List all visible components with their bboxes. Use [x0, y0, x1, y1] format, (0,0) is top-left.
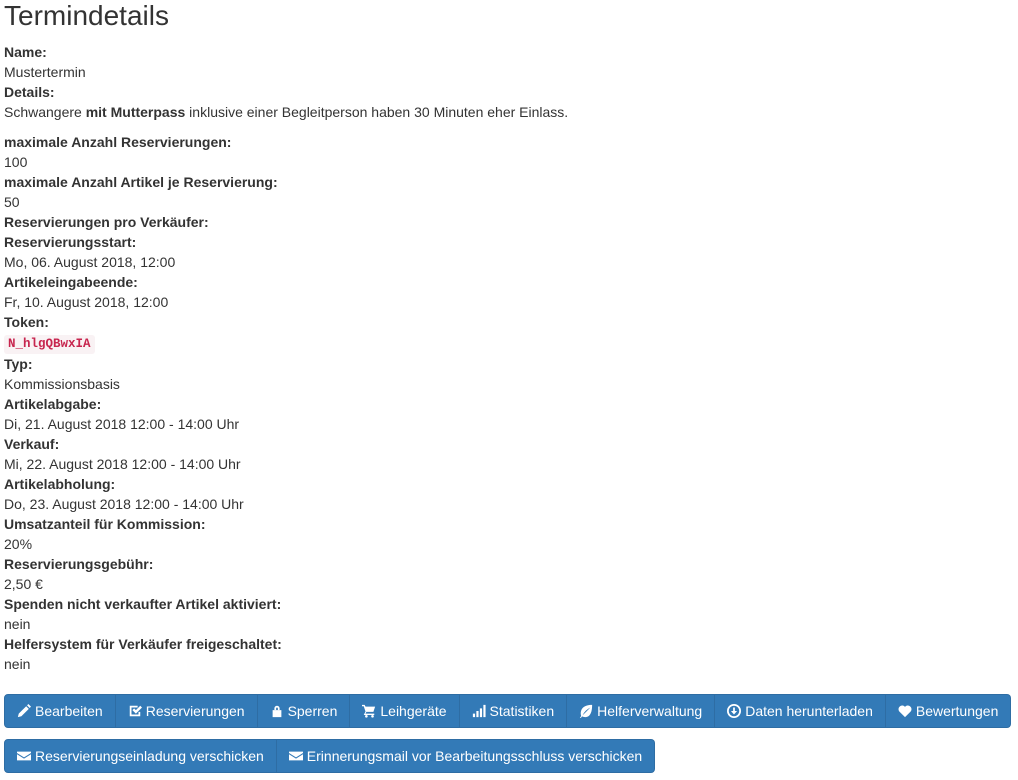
reservation-start-label: Reservierungsstart:: [4, 234, 137, 250]
rental-devices-button[interactable]: Leihgeräte: [350, 694, 460, 728]
commission-value: 20%: [4, 536, 33, 552]
reservation-fee-label: Reservierungsgebühr:: [4, 556, 154, 572]
page-title: Termindetails: [4, 0, 169, 31]
drop-off-value: Di, 21. August 2018 12:00 - 14:00 Uhr: [4, 416, 240, 432]
download-circle-icon: [727, 704, 742, 718]
item-entry-end-value: Fr, 10. August 2018, 12:00: [4, 294, 169, 310]
donation-label: Spenden nicht verkaufter Artikel aktivie…: [4, 596, 282, 612]
check-square-icon: [128, 704, 142, 718]
helper-management-button[interactable]: Helferverwaltung: [567, 694, 716, 728]
edit-button[interactable]: Bearbeiten: [4, 694, 116, 728]
details-label: Details:: [4, 84, 55, 100]
type-label: Typ:: [4, 356, 33, 372]
max-items-value: 50: [4, 194, 20, 210]
send-reminder-mail-label: Erinnerungsmail vor Bearbeitungsschluss …: [306, 748, 643, 764]
reservation-fee-value: 2,50 €: [4, 576, 43, 592]
send-reservation-invite-button[interactable]: Reservierungseinladung verschicken: [4, 739, 277, 773]
lock-icon: [270, 704, 284, 718]
details-value: Schwangere mit Mutterpass inklusive eine…: [4, 102, 1014, 122]
edit-button-label: Bearbeiten: [35, 703, 103, 719]
item-entry-end-label: Artikeleingabeende:: [4, 274, 138, 290]
name-value: Mustertermin: [4, 64, 86, 80]
reservations-button[interactable]: Reservierungen: [115, 694, 258, 728]
helper-management-button-label: Helferverwaltung: [597, 703, 703, 719]
rental-devices-button-label: Leihgeräte: [380, 703, 447, 719]
cart-icon: [362, 704, 376, 718]
drop-off-label: Artikelabgabe:: [4, 396, 102, 412]
pencil-icon: [17, 704, 31, 718]
envelope-icon: [17, 749, 31, 763]
reservations-button-label: Reservierungen: [145, 703, 245, 719]
details-text-post: inklusive einer Begleitperson haben 30 M…: [185, 104, 569, 120]
donation-value: nein: [4, 616, 31, 632]
helper-system-label: Helfersystem für Verkäufer freigeschalte…: [4, 636, 282, 652]
details-text-bold: mit Mutterpass: [85, 104, 186, 120]
token-label: Token:: [4, 314, 49, 330]
lock-button[interactable]: Sperren: [257, 694, 351, 728]
event-actions-toolbar: Bearbeiten Reservierungen Sperren Leihge…: [4, 694, 1012, 728]
lock-button-label: Sperren: [287, 703, 338, 719]
pickup-value: Do, 23. August 2018 12:00 - 14:00 Uhr: [4, 496, 244, 512]
statistics-button-label: Statistiken: [489, 703, 555, 719]
reservation-start-value: Mo, 06. August 2018, 12:00: [4, 254, 176, 270]
token-value: N_hlgQBwxIA: [4, 335, 95, 354]
pickup-label: Artikelabholung:: [4, 476, 116, 492]
page-container: Termindetails Name: Mustertermin Details…: [0, 0, 1018, 674]
max-reservations-value: 100: [4, 154, 28, 170]
commission-label: Umsatzanteil für Kommission:: [4, 516, 206, 532]
sale-value: Mi, 22. August 2018 12:00 - 14:00 Uhr: [4, 456, 241, 472]
send-reminder-mail-button[interactable]: Erinnerungsmail vor Bearbeitungsschluss …: [276, 739, 656, 773]
bar-chart-icon: [472, 704, 486, 718]
download-data-button-label: Daten herunterladen: [745, 703, 873, 719]
reservations-per-seller-label: Reservierungen pro Verkäufer:: [4, 214, 209, 230]
ratings-button[interactable]: Bewertungen: [885, 694, 1012, 728]
token-value-wrapper: N_hlgQBwxIA: [4, 332, 1014, 354]
envelope-icon: [288, 749, 303, 763]
download-data-button[interactable]: Daten herunterladen: [715, 694, 886, 728]
name-label: Name:: [4, 44, 47, 60]
mail-actions-toolbar: Reservierungseinladung verschicken Erinn…: [4, 739, 656, 773]
details-text-pre: Schwangere: [4, 104, 86, 120]
max-reservations-label: maximale Anzahl Reservierungen:: [4, 134, 232, 150]
ratings-button-label: Bewertungen: [915, 703, 999, 719]
sale-label: Verkauf:: [4, 436, 60, 452]
heart-icon: [898, 704, 912, 718]
statistics-button[interactable]: Statistiken: [459, 694, 568, 728]
type-value: Kommissionsbasis: [4, 376, 120, 392]
max-items-label: maximale Anzahl Artikel je Reservierung:: [4, 174, 278, 190]
leaf-icon: [579, 704, 593, 718]
event-details-list: Name: Mustertermin Details: Schwangere m…: [4, 42, 1014, 674]
helper-system-value: nein: [4, 656, 31, 672]
send-reservation-invite-label: Reservierungseinladung verschicken: [35, 748, 264, 764]
